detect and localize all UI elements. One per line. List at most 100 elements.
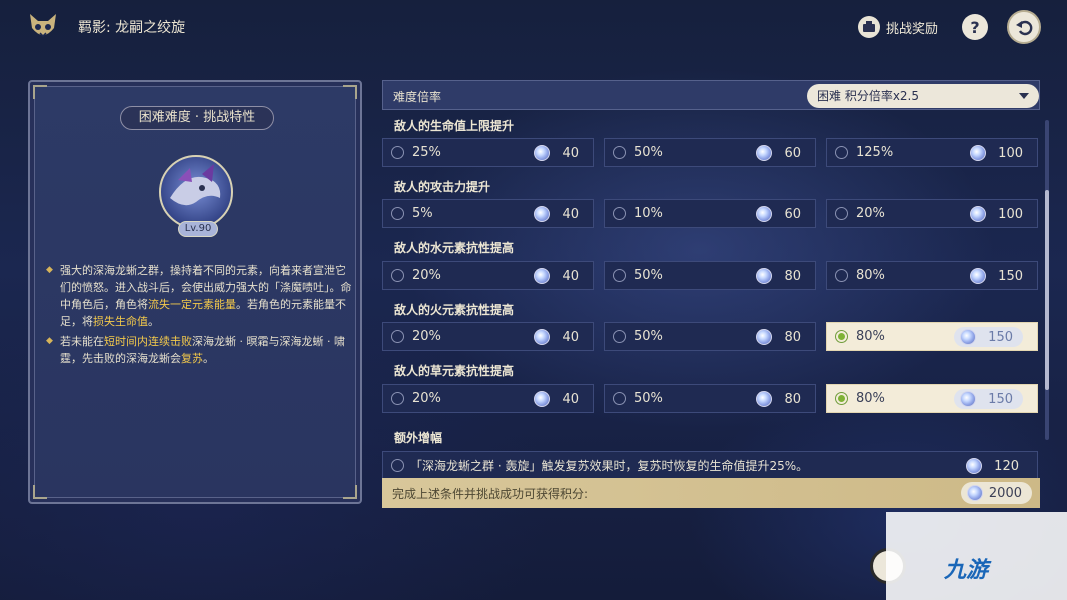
points-value: 40 <box>562 329 579 345</box>
options-scrollbar[interactable] <box>1045 120 1049 440</box>
card-corner <box>343 85 357 99</box>
option-points: 40 <box>534 391 579 407</box>
difficulty-dropdown[interactable]: 困难 积分倍率x2.5 <box>807 84 1039 108</box>
desc-text: 若未能在 <box>60 335 104 348</box>
option-value: 50% <box>634 391 663 406</box>
points-gem-icon <box>534 145 551 161</box>
points-value: 60 <box>784 145 801 161</box>
option-points: 100 <box>970 206 1023 222</box>
trait-paragraph-1: 强大的深海龙蜥之群，操持着不同的元素，向着来者宣泄它们的愤怒。进入战斗后，会使出… <box>46 262 352 330</box>
total-points-bar: 完成上述条件并挑战成功可获得积分: 2000 <box>382 478 1040 508</box>
option-points: 40 <box>534 145 579 161</box>
points-gem-icon <box>970 145 987 161</box>
option-dendro-res-2[interactable]: 80% 150 <box>826 384 1038 413</box>
option-points: 40 <box>534 268 579 284</box>
extra-boost-text: 「深海龙蜥之群 · 轰旋」触发复苏效果时，复苏时恢复的生命值提升25%。 <box>410 459 809 473</box>
option-atk-2[interactable]: 20% 100 <box>826 199 1038 228</box>
desc-highlight: 复苏 <box>181 352 203 365</box>
help-button[interactable]: ? <box>962 14 988 40</box>
points-gem-icon <box>534 268 551 284</box>
back-icon <box>1016 20 1033 36</box>
points-gem-icon <box>756 145 773 161</box>
option-pyro-res-1[interactable]: 50% 80 <box>604 322 816 351</box>
points-gem-icon <box>970 268 987 284</box>
points-value: 80 <box>784 391 801 407</box>
difficulty-bar: 难度倍率 困难 积分倍率x2.5 <box>382 80 1040 110</box>
option-hydro-res-0[interactable]: 20% 40 <box>382 261 594 290</box>
reward-icon <box>858 16 880 38</box>
option-value: 80% <box>856 391 885 406</box>
challenge-trait-card: 困难难度 · 挑战特性 Lv.90 强大的深海龙蜥之群，操持着不同的元素，向着来… <box>28 80 362 504</box>
radio-icon <box>613 207 626 220</box>
points-value: 40 <box>562 391 579 407</box>
top-bar: 羁影: 龙嗣之绞旋 挑战奖励 ? <box>0 0 1067 56</box>
points-gem-icon <box>966 485 983 501</box>
watermark-logo: 九游 <box>944 558 989 583</box>
option-hydro-res-1[interactable]: 50% 80 <box>604 261 816 290</box>
challenge-reward-label: 挑战奖励 <box>886 21 939 37</box>
points-value: 80 <box>784 329 801 345</box>
option-atk-0[interactable]: 5% 40 <box>382 199 594 228</box>
radio-icon <box>835 392 848 405</box>
radio-icon <box>835 330 848 343</box>
radio-icon <box>835 207 848 220</box>
points-value: 120 <box>994 458 1019 474</box>
option-dendro-res-0[interactable]: 20% 40 <box>382 384 594 413</box>
option-value: 80% <box>856 329 885 344</box>
option-points: 150 <box>954 389 1023 409</box>
radio-icon <box>391 330 404 343</box>
option-hp-2[interactable]: 125% 100 <box>826 138 1038 167</box>
trait-paragraph-2: 若未能在短时间内连续击败深海龙蜥 · 暝霜与深海龙蜥 · 啸霆，先击败的深海龙蜥… <box>46 333 352 367</box>
boss-level-badge: Lv.90 <box>178 221 218 237</box>
total-points-pill: 2000 <box>960 482 1032 504</box>
section-title: 敌人的攻击力提升 <box>394 180 491 194</box>
scrollbar-thumb[interactable] <box>1045 190 1049 390</box>
option-hp-1[interactable]: 50% 60 <box>604 138 816 167</box>
difficulty-settings-panel: 难度倍率 困难 积分倍率x2.5 敌人的生命值上限提升 25% 40 50% 60 … <box>382 80 1040 510</box>
points-gem-icon <box>534 329 551 345</box>
radio-icon <box>835 269 848 282</box>
points-value: 150 <box>988 329 1013 345</box>
option-hydro-res-2[interactable]: 80% 150 <box>826 261 1038 290</box>
challenge-reward-button[interactable]: 挑战奖励 <box>858 13 938 41</box>
option-points: 80 <box>756 391 801 407</box>
option-pyro-res-2[interactable]: 80% 150 <box>826 322 1038 351</box>
desc-highlight: 损失生命值 <box>93 315 148 328</box>
option-value: 125% <box>856 145 894 160</box>
points-gem-icon <box>960 391 977 407</box>
option-value: 50% <box>634 268 663 283</box>
trait-description: 强大的深海龙蜥之群，操持着不同的元素，向着来者宣泄它们的愤怒。进入战斗后，会使出… <box>46 262 352 370</box>
section-title: 敌人的火元素抗性提高 <box>394 303 515 317</box>
chevron-down-icon <box>1019 93 1029 99</box>
desc-text: 。 <box>203 352 214 365</box>
difficulty-selected-value: 困难 积分倍率x2.5 <box>817 89 920 103</box>
option-value: 80% <box>856 268 885 283</box>
option-points: 120 <box>966 458 1019 474</box>
points-gem-icon <box>756 206 773 222</box>
option-points: 150 <box>954 327 1023 347</box>
extra-boost-option[interactable]: 「深海龙蜥之群 · 轰旋」触发复苏效果时，复苏时恢复的生命值提升25%。 120 <box>382 451 1038 480</box>
radio-icon <box>391 269 404 282</box>
option-dendro-res-1[interactable]: 50% 80 <box>604 384 816 413</box>
option-hp-0[interactable]: 25% 40 <box>382 138 594 167</box>
radio-icon <box>391 459 404 472</box>
option-atk-1[interactable]: 10% 60 <box>604 199 816 228</box>
back-button[interactable] <box>1007 10 1041 44</box>
difficulty-label: 难度倍率 <box>393 90 442 104</box>
points-gem-icon <box>534 391 551 407</box>
option-value: 10% <box>634 206 663 221</box>
points-gem-icon <box>534 206 551 222</box>
radio-icon <box>391 146 404 159</box>
points-value: 40 <box>562 268 579 284</box>
fox-mask-icon <box>26 10 60 44</box>
radio-icon <box>391 207 404 220</box>
desc-highlight: 流失一定元素能量 <box>148 298 236 311</box>
option-pyro-res-0[interactable]: 20% 40 <box>382 322 594 351</box>
option-points: 80 <box>756 268 801 284</box>
card-corner <box>33 85 47 99</box>
points-value: 100 <box>998 206 1023 222</box>
trait-card-heading: 困难难度 · 挑战特性 <box>120 106 274 130</box>
points-value: 150 <box>988 391 1013 407</box>
points-value: 80 <box>784 268 801 284</box>
points-gem-icon <box>966 458 983 474</box>
